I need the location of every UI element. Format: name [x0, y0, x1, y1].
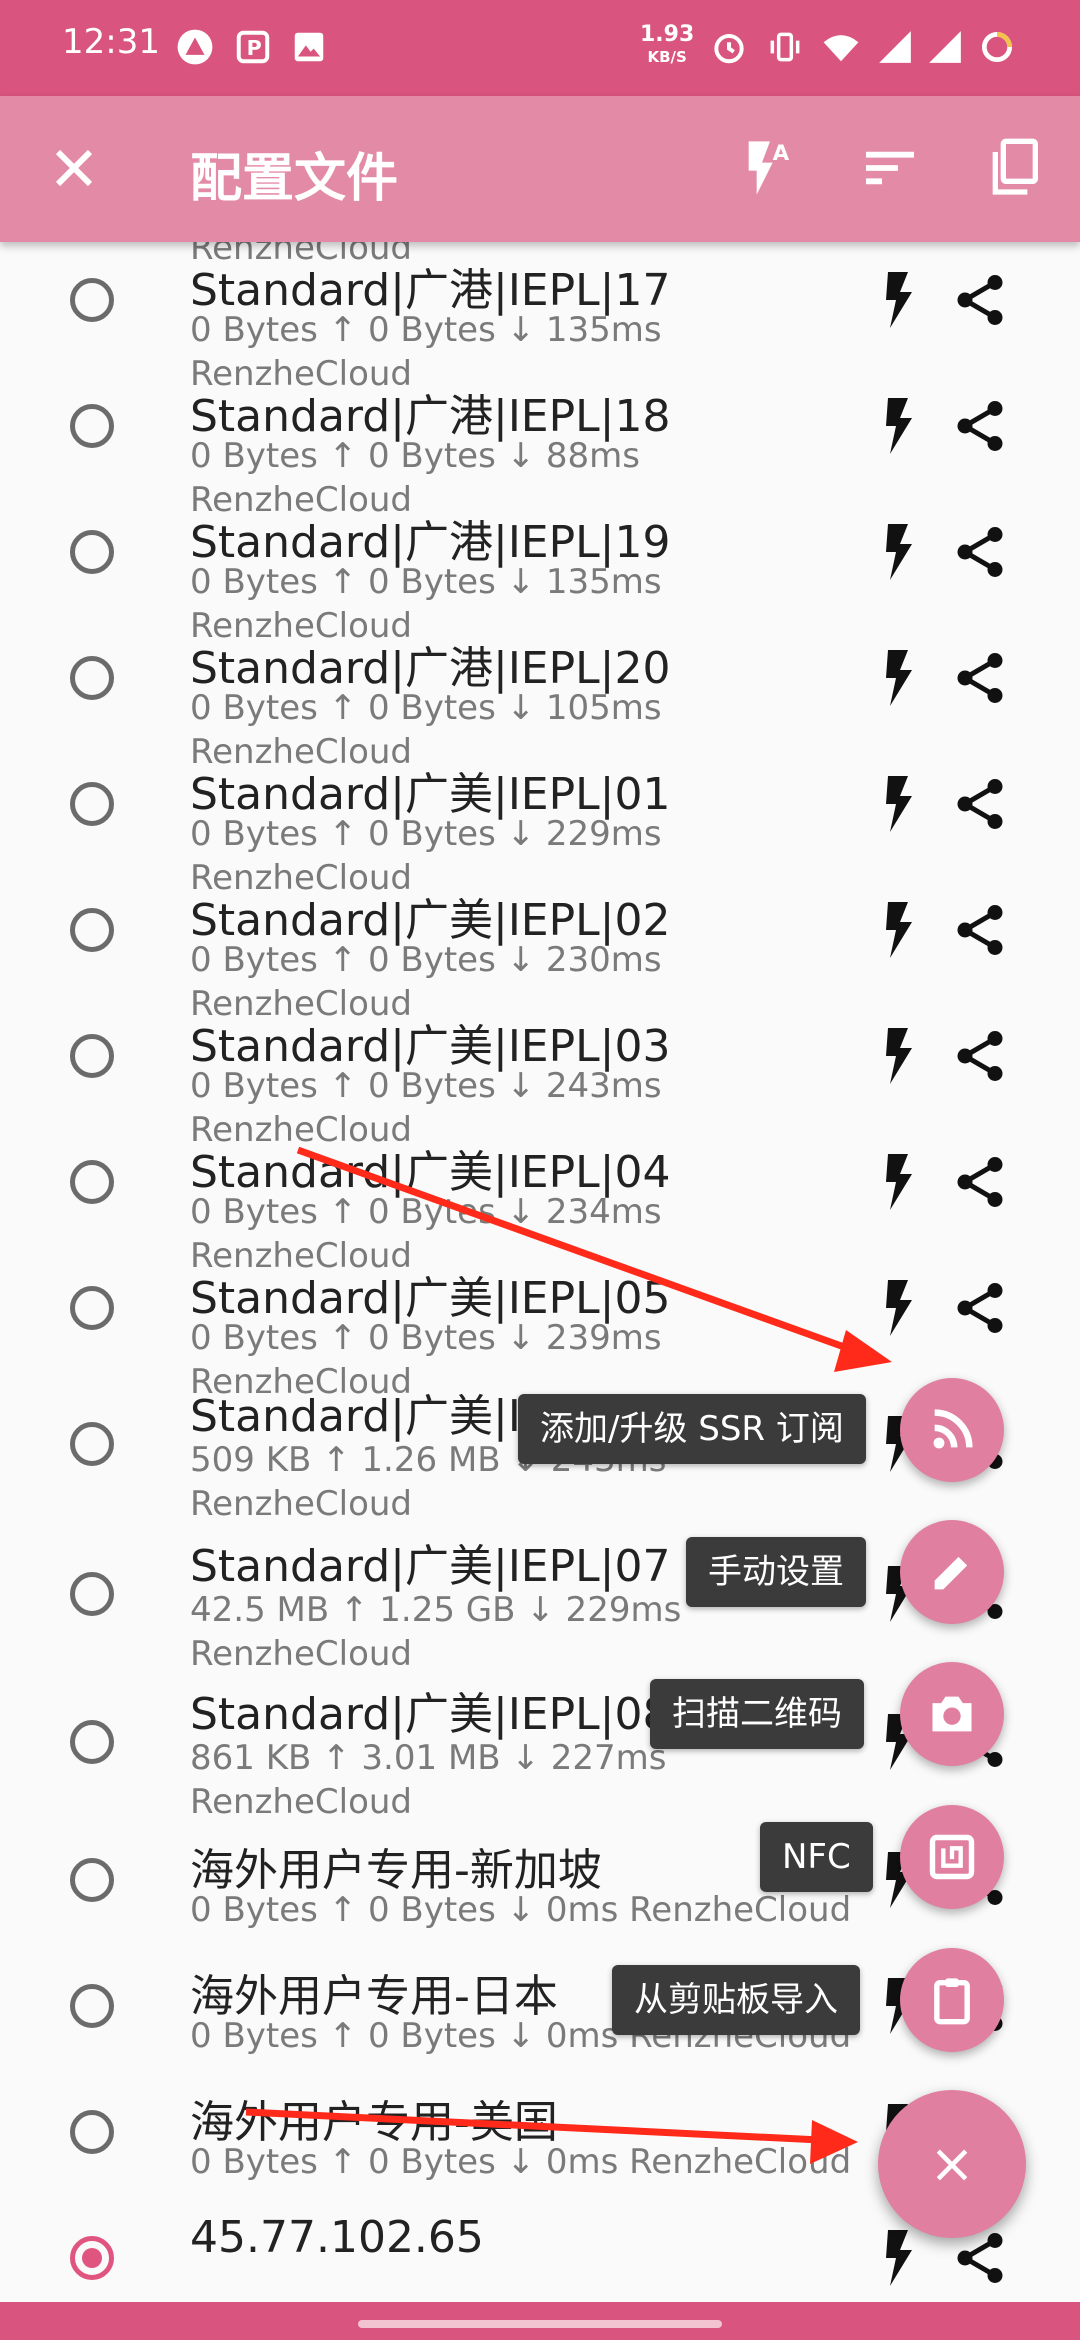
close-icon[interactable] — [42, 136, 106, 200]
parking-app-icon: P — [236, 30, 270, 64]
add-subscription-button[interactable] — [900, 1378, 1004, 1482]
pencil-icon — [934, 1556, 968, 1590]
copy-icon[interactable] — [982, 136, 1046, 200]
profile-radio[interactable] — [70, 1720, 114, 1764]
profile-name: Standard|广美|IEPL|08 — [190, 1689, 671, 1740]
share-icon[interactable] — [950, 270, 1010, 330]
alarm-icon — [714, 33, 744, 64]
profile-name: 45.77.102.65 — [190, 2212, 484, 2263]
status-bar: 12:31 P 1.93 KB/S — [0, 0, 1080, 96]
profile-radio[interactable] — [70, 908, 114, 952]
profile-radio[interactable] — [70, 1572, 114, 1616]
fab-close-button[interactable]: × — [878, 2090, 1026, 2238]
profile-name: Standard|广美|IEPL|07 — [190, 1541, 671, 1592]
profile-stats: 861 KB ↑ 3.01 MB ↓ 227ms RenzheCloud — [190, 1738, 667, 1822]
subscription-label[interactable]: 添加/升级 SSR 订阅 — [518, 1394, 866, 1464]
profile-stats: 0 Bytes ↑ 0 Bytes ↓ 0ms RenzheCloud — [190, 1890, 852, 1930]
list-item[interactable]: Standard|广美|IEPL|02 0 Bytes ↑ 0 Bytes ↓ 2… — [0, 872, 1080, 1024]
bolt-icon[interactable] — [880, 1026, 920, 1086]
list-item[interactable]: Standard|广港|IEPL|20 0 Bytes ↑ 0 Bytes ↓ 1… — [0, 620, 1080, 772]
flash-auto-icon[interactable]: A — [730, 136, 794, 200]
profile-radio[interactable] — [70, 1422, 114, 1466]
vpn-triangle-icon — [177, 29, 213, 65]
list-item[interactable]: Standard|广美|IEPL|03 0 Bytes ↑ 0 Bytes ↓ 2… — [0, 998, 1080, 1150]
profile-radio[interactable] — [70, 656, 114, 700]
list-item[interactable]: Standard|广港|IEPL|18 0 Bytes ↑ 0 Bytes ↓ 8… — [0, 368, 1080, 520]
wifi-icon — [823, 35, 859, 62]
share-icon[interactable] — [950, 648, 1010, 708]
bolt-icon[interactable] — [880, 2228, 920, 2288]
sort-icon[interactable] — [858, 136, 922, 200]
profile-radio[interactable] — [70, 1984, 114, 2028]
profile-radio[interactable] — [70, 404, 114, 448]
share-icon[interactable] — [950, 522, 1010, 582]
profile-radio[interactable] — [70, 782, 114, 826]
share-icon[interactable] — [950, 774, 1010, 834]
share-icon[interactable] — [950, 1278, 1010, 1338]
list-item[interactable]: Standard|广美|IEPL|05 0 Bytes ↑ 0 Bytes ↓ 2… — [0, 1250, 1080, 1402]
net-speed-unit: KB/S — [647, 48, 687, 66]
vibrate-icon — [770, 32, 800, 62]
svg-text:A: A — [773, 141, 790, 166]
share-icon[interactable] — [950, 1152, 1010, 1212]
profile-radio[interactable] — [70, 2110, 114, 2154]
nfc-icon — [929, 1834, 975, 1880]
share-icon[interactable] — [950, 900, 1010, 960]
image-icon — [294, 32, 324, 62]
bolt-icon[interactable] — [880, 1152, 920, 1212]
profile-radio[interactable] — [70, 1858, 114, 1902]
bolt-icon[interactable] — [880, 270, 920, 330]
profile-radio[interactable] — [70, 1160, 114, 1204]
clipboard-icon — [934, 1978, 970, 2025]
share-icon[interactable] — [950, 396, 1010, 456]
status-time: 12:31 — [62, 22, 160, 62]
signal-icon — [929, 31, 961, 63]
profile-radio[interactable] — [70, 530, 114, 574]
list-item[interactable]: Standard|广港|IEPL|17 0 Bytes ↑ 0 Bytes ↓ 1… — [0, 242, 1080, 394]
profile-radio[interactable] — [70, 2236, 114, 2280]
share-icon[interactable] — [950, 1026, 1010, 1086]
net-speed: 1.93 KB/S — [640, 24, 694, 68]
manual-setup-button[interactable] — [900, 1520, 1004, 1624]
clipboard-import-button[interactable] — [900, 1948, 1004, 2052]
list-item[interactable]: Standard|广港|IEPL|19 0 Bytes ↑ 0 Bytes ↓ 1… — [0, 494, 1080, 646]
app-toolbar: 配置文件 A — [0, 96, 1080, 242]
list-item[interactable]: Standard|广美|IEPL|01 0 Bytes ↑ 0 Bytes ↓ 2… — [0, 746, 1080, 898]
signal-icon — [879, 31, 911, 63]
camera-icon — [932, 1696, 972, 1732]
bolt-icon[interactable] — [880, 522, 920, 582]
bolt-icon[interactable] — [880, 396, 920, 456]
profile-radio[interactable] — [70, 278, 114, 322]
profile-radio[interactable] — [70, 1034, 114, 1078]
bolt-icon[interactable] — [880, 900, 920, 960]
navigation-bar — [0, 2302, 1080, 2340]
page-title: 配置文件 — [190, 149, 399, 209]
home-gesture-handle[interactable] — [358, 2320, 722, 2328]
battery-saver-icon — [981, 31, 1013, 63]
nfc-button[interactable] — [900, 1805, 1004, 1909]
manual-setup-label[interactable]: 手动设置 — [686, 1537, 866, 1607]
rss-icon — [933, 1409, 973, 1449]
scan-qr-label[interactable]: 扫描二维码 — [650, 1679, 864, 1749]
list-item[interactable]: Standard|广美|IEPL|04 0 Bytes ↑ 0 Bytes ↓ 2… — [0, 1124, 1080, 1276]
bolt-icon[interactable] — [880, 1278, 920, 1338]
net-speed-value: 1.93 — [640, 22, 695, 47]
svg-text:P: P — [247, 36, 262, 60]
scan-qr-button[interactable] — [900, 1662, 1004, 1766]
bolt-icon[interactable] — [880, 774, 920, 834]
profile-radio[interactable] — [70, 1286, 114, 1330]
nfc-label[interactable]: NFC — [760, 1822, 873, 1892]
clipboard-import-label[interactable]: 从剪贴板导入 — [612, 1965, 860, 2035]
profile-stats: 0 Bytes ↑ 0 Bytes ↓ 0ms RenzheCloud — [190, 2142, 852, 2182]
bolt-icon[interactable] — [880, 648, 920, 708]
